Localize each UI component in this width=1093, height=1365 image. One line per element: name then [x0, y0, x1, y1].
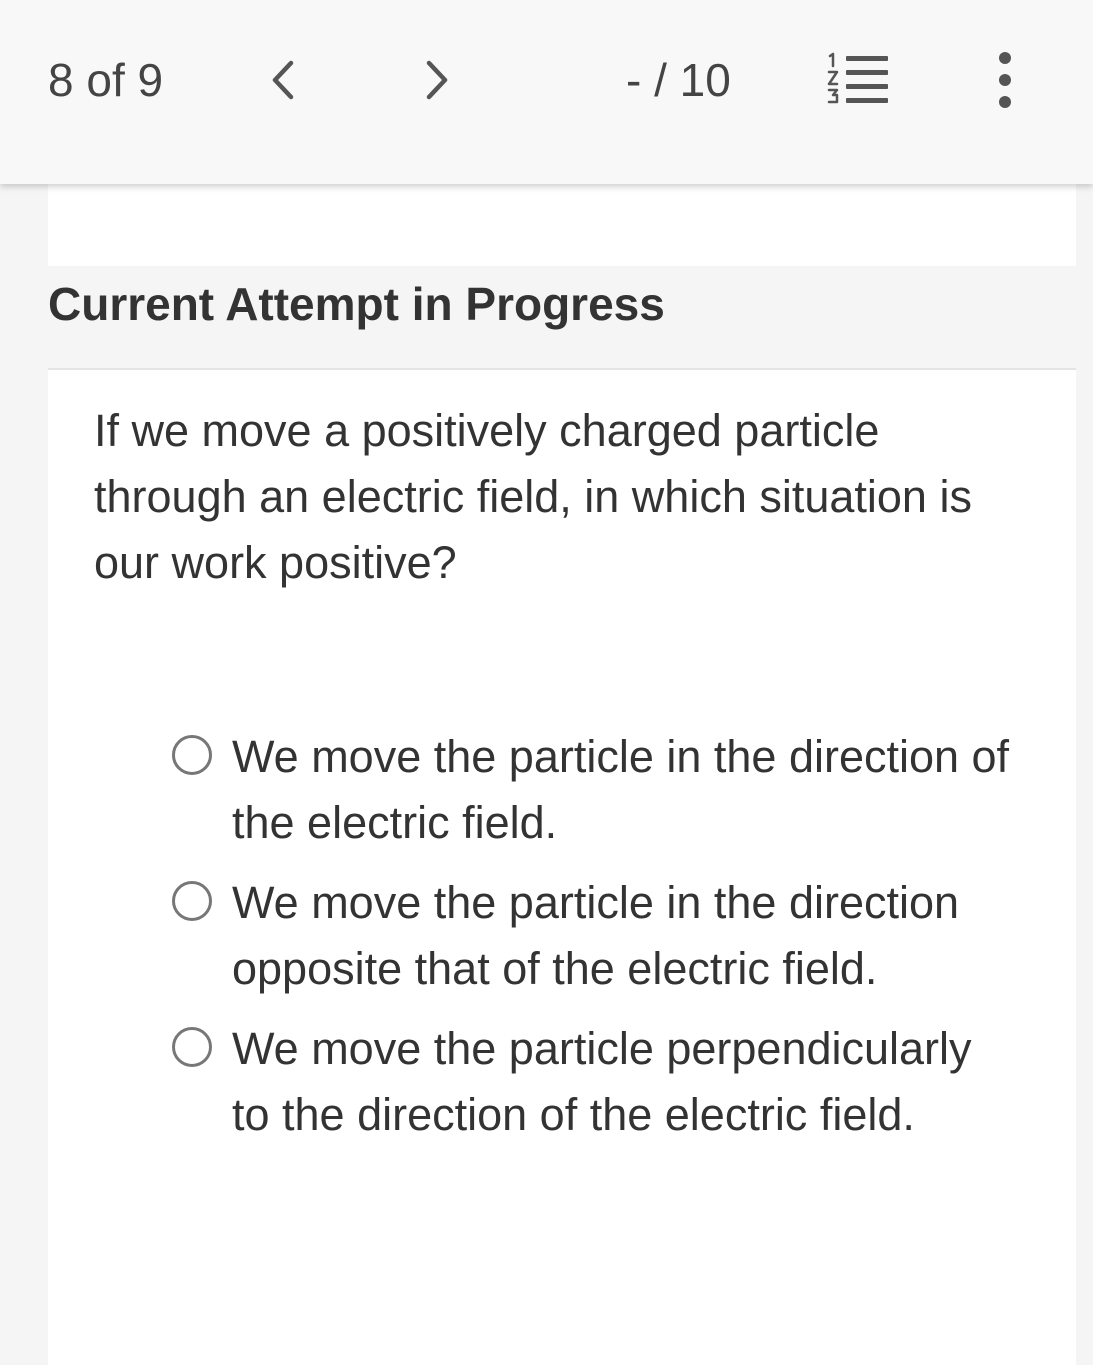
score-display: - / 10 — [626, 54, 731, 106]
question-list-button[interactable] — [824, 50, 894, 110]
attempt-title: Current Attempt in Progress — [48, 278, 665, 330]
answer-option-2[interactable]: We move the particle in the direction op… — [170, 870, 1010, 1002]
radio-button-icon[interactable] — [172, 735, 212, 775]
top-toolbar: 8 of 9 - / 10 — [0, 0, 1093, 184]
answer-options: We move the particle in the direction of… — [170, 724, 1010, 1148]
question-panel: Current Attempt in Progress If we move a… — [48, 184, 1076, 1365]
answer-option-3[interactable]: We move the particle perpendicularly to … — [170, 1016, 1010, 1148]
chevron-left-icon — [272, 60, 294, 100]
attempt-header: Current Attempt in Progress — [48, 266, 1076, 370]
previous-question-button[interactable] — [254, 52, 310, 108]
answer-option-1[interactable]: We move the particle in the direction of… — [170, 724, 1010, 856]
answer-option-label: We move the particle in the direction op… — [232, 877, 960, 994]
question-text: If we move a positively charged particle… — [94, 405, 972, 588]
more-options-button[interactable] — [984, 48, 1026, 112]
answer-option-label: We move the particle in the direction of… — [232, 731, 1010, 848]
chevron-right-icon — [426, 60, 448, 100]
answer-option-label: We move the particle perpendicularly to … — [232, 1023, 972, 1140]
more-vertical-icon — [999, 52, 1011, 108]
question-counter: 8 of 9 — [48, 54, 164, 106]
next-question-button[interactable] — [410, 52, 466, 108]
radio-button-icon[interactable] — [172, 881, 212, 921]
numbered-list-icon — [827, 52, 888, 104]
radio-button-icon[interactable] — [172, 1027, 212, 1067]
